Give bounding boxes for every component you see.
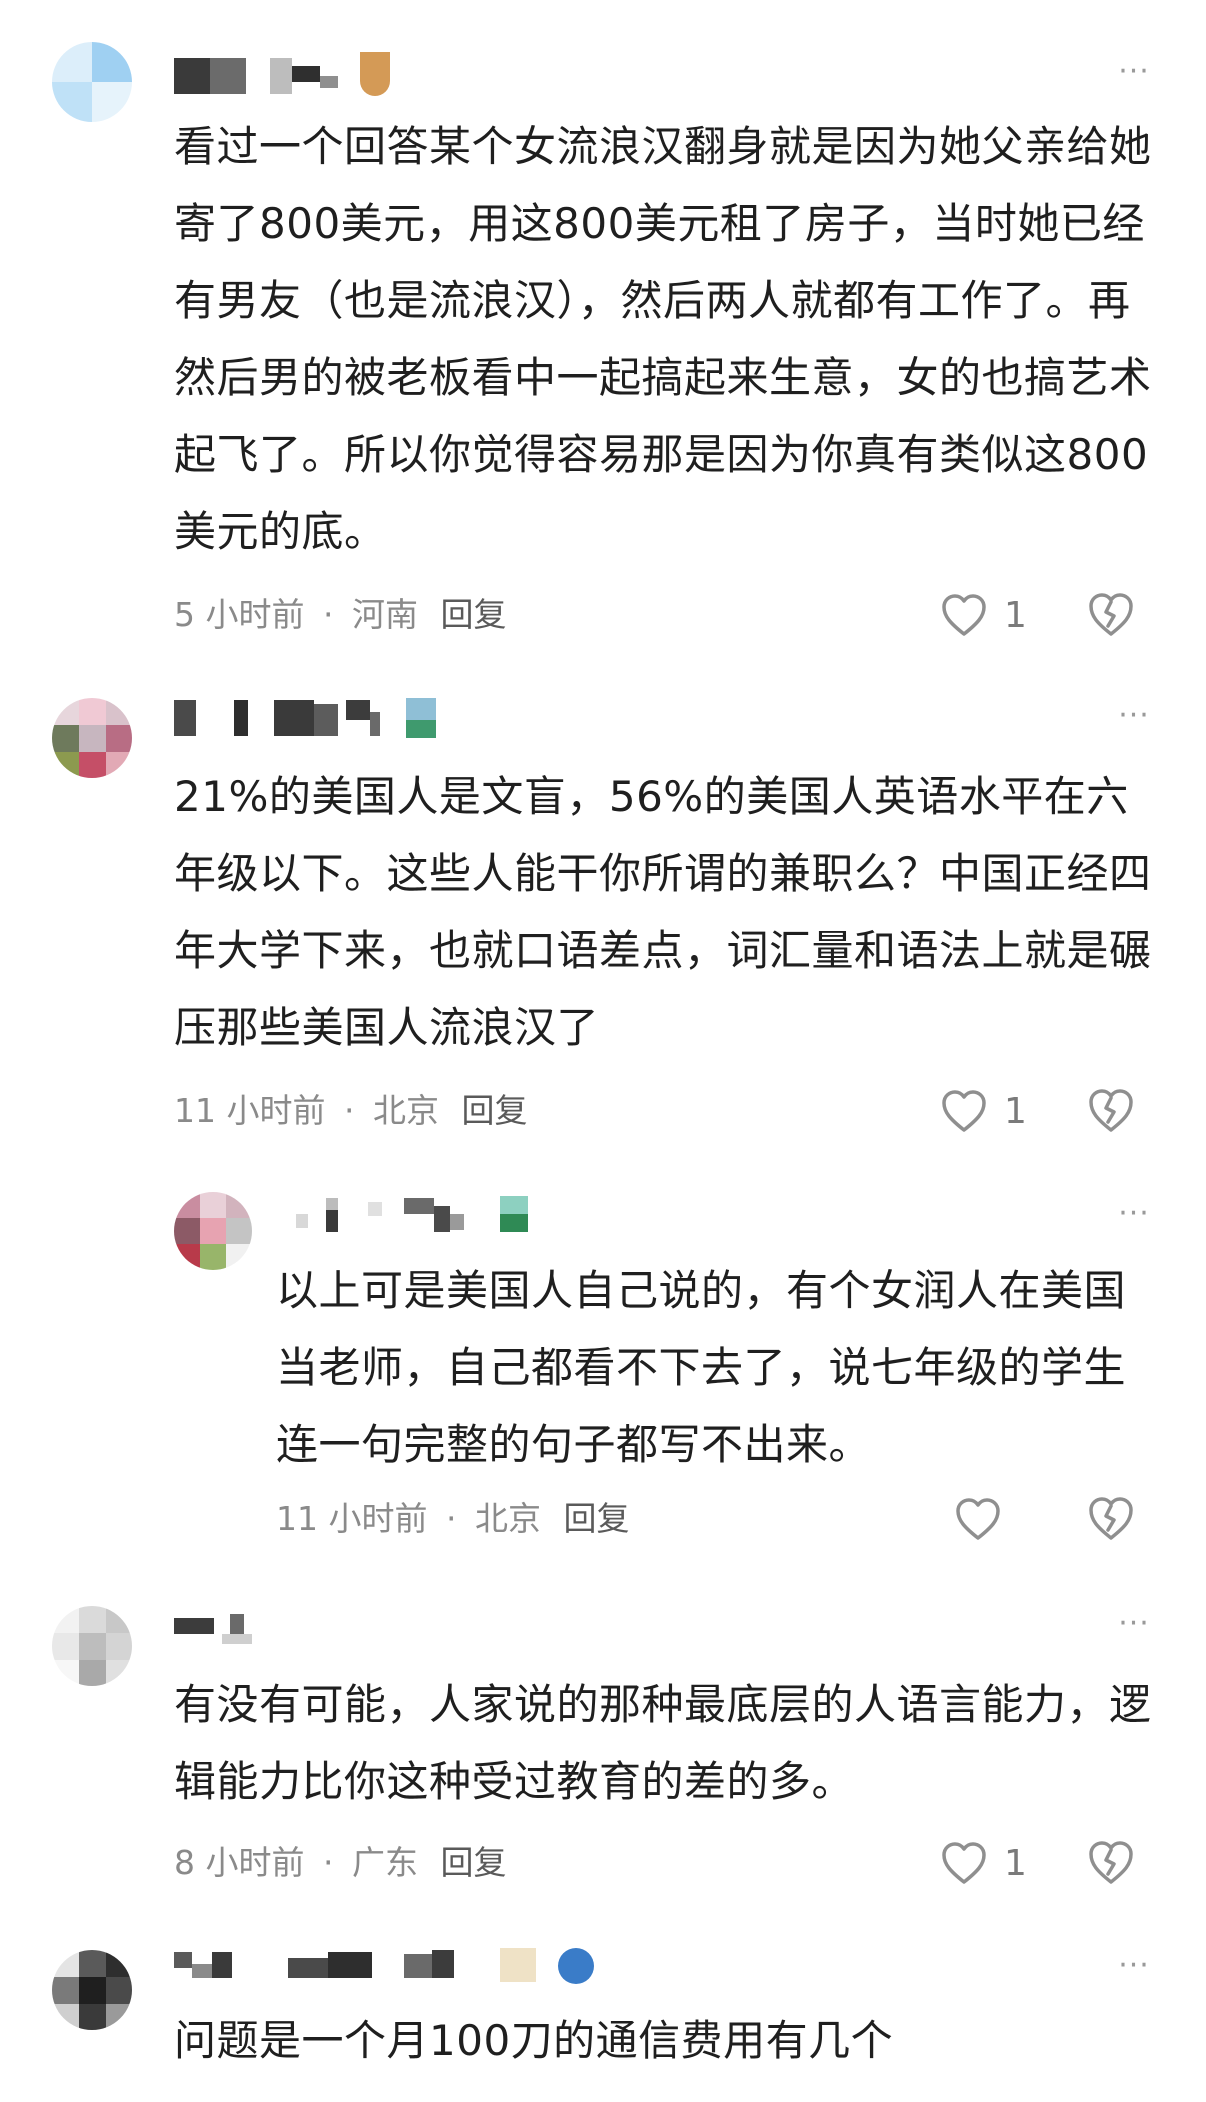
comment-text: 问题是一个月100刀的通信费用有几个 <box>174 2016 894 2065</box>
username-blurred[interactable] <box>286 1192 586 1236</box>
reply-button[interactable]: 回复 <box>441 1843 507 1882</box>
comment-location: 北京 <box>372 1091 439 1130</box>
avatar[interactable] <box>174 1192 252 1270</box>
more-dots-icon[interactable]: ··· <box>1114 1951 1154 1981</box>
comment-meta: 11 小时前 · 北京 回复 <box>276 1494 629 1544</box>
comment-meta: 11 小时前 · 北京 回复 <box>174 1086 527 1136</box>
like-button[interactable]: 1 <box>940 1838 1027 1888</box>
more-dots-icon[interactable]: ··· <box>1114 57 1154 87</box>
more-dots-icon[interactable]: ··· <box>1114 1609 1154 1639</box>
comment-location: 广东 <box>352 1843 418 1882</box>
separator: · <box>323 595 334 634</box>
like-count: 1 <box>1004 594 1027 636</box>
comment-time: 11 小时前 <box>174 1091 326 1130</box>
heart-outline-icon <box>942 594 986 636</box>
username-blurred[interactable] <box>174 52 414 96</box>
comment-meta: 8 小时前 · 广东 回复 <box>174 1838 507 1888</box>
broken-heart-icon[interactable] <box>1086 590 1136 640</box>
comment-location: 河南 <box>352 595 418 634</box>
like-button[interactable]: 1 <box>940 590 1027 640</box>
broken-heart-icon[interactable] <box>1086 1838 1136 1888</box>
like-count: 1 <box>1004 1842 1027 1884</box>
heart-outline-icon <box>942 1090 986 1132</box>
avatar[interactable] <box>52 42 132 122</box>
more-dots-icon[interactable]: ··· <box>1114 701 1154 731</box>
avatar[interactable] <box>52 1606 132 1686</box>
broken-heart-icon[interactable] <box>1086 1494 1136 1544</box>
comment-time: 8 小时前 <box>174 1843 305 1882</box>
separator: · <box>343 1091 355 1130</box>
separator: · <box>323 1843 334 1882</box>
heart-outline-icon <box>942 1842 986 1884</box>
reply-button[interactable]: 回复 <box>461 1091 527 1130</box>
broken-heart-icon[interactable] <box>1086 1086 1136 1136</box>
username-blurred[interactable] <box>174 1610 294 1654</box>
reply-button[interactable]: 回复 <box>563 1499 629 1538</box>
comment-text: 看过一个回答某个女流浪汉翻身就是因为她父亲给她寄了800美元，用这800美元租了… <box>174 122 1152 556</box>
like-count: 1 <box>1004 1090 1027 1132</box>
separator: · <box>445 1499 457 1538</box>
username-blurred[interactable] <box>174 1944 614 1988</box>
comment-time: 11 小时前 <box>276 1499 428 1538</box>
like-button[interactable]: 1 <box>940 1086 1027 1136</box>
comment-meta: 5 小时前 · 河南 回复 <box>174 590 507 640</box>
comment-text: 以上可是美国人自己说的，有个女润人在美国当老师，自己都看不下去了，说七年级的学生… <box>276 1266 1127 1469</box>
reply-button[interactable]: 回复 <box>441 595 507 634</box>
comment-location: 北京 <box>474 1499 541 1538</box>
comment-time: 5 小时前 <box>174 595 305 634</box>
avatar[interactable] <box>52 698 132 778</box>
avatar[interactable] <box>52 1950 132 2030</box>
username-blurred[interactable] <box>174 694 474 738</box>
more-dots-icon[interactable]: ··· <box>1114 1199 1154 1229</box>
heart-outline-icon <box>956 1498 1000 1540</box>
comment-text: 有没有可能，人家说的那种最底层的人语言能力，逻辑能力比你这种受过教育的差的多。 <box>174 1680 1152 1806</box>
like-button[interactable] <box>954 1494 1018 1544</box>
comment-text: 21%的美国人是文盲，56%的美国人英语水平在六年级以下。这些人能干你所谓的兼职… <box>174 772 1152 1052</box>
